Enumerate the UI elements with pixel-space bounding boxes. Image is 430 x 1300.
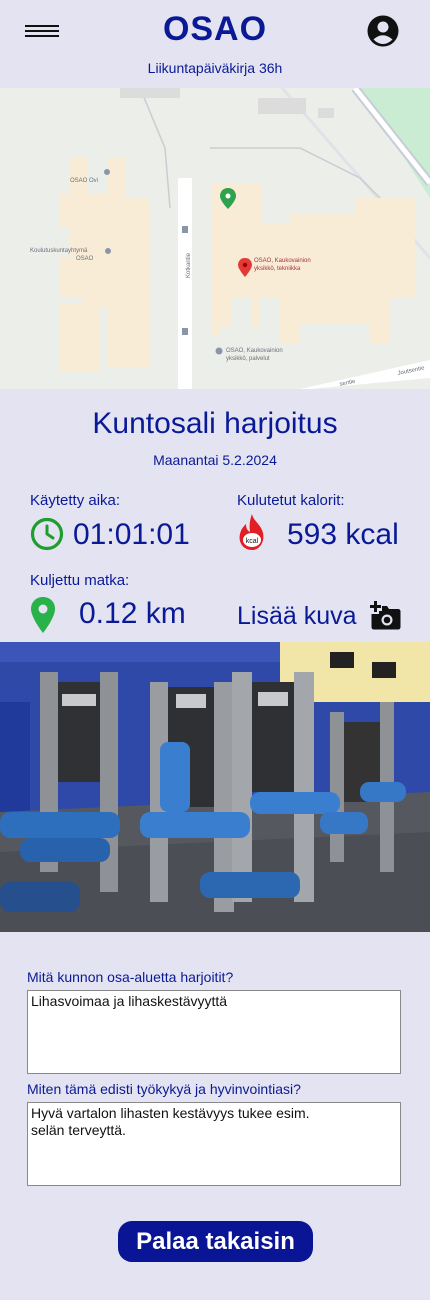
distance-label: Kuljettu matka:	[30, 572, 130, 589]
workout-title: Kuntosali harjoitus	[92, 407, 338, 440]
question-2-label: Miten tämä edisti työkykyä ja hyvinvoint…	[27, 1081, 301, 1097]
clock-icon	[30, 517, 64, 551]
map-label-koulutus-1: Koulutuskuntayhtymä	[30, 248, 88, 254]
add-photo-label[interactable]: Lisää kuva	[237, 602, 357, 631]
map-label-kauko-2: yksikkö, tekniikka	[254, 266, 301, 272]
question-2-textarea[interactable]: Hyvä vartalon lihasten kestävyys tukee e…	[27, 1102, 401, 1186]
flame-kcal-icon: kcal	[239, 514, 264, 550]
map-label-palvelut-1: OSAO, Kaukovainion	[226, 348, 283, 354]
question-1-label: Mitä kunnon osa-aluetta harjoitit?	[27, 969, 234, 985]
kcal-icon-text: kcal	[246, 538, 259, 545]
map-label-osao-ovi: OSAO Ovi	[70, 178, 98, 184]
question-1-textarea[interactable]: Lihasvoimaa ja lihaskestävyyttä	[27, 990, 401, 1074]
time-value: 01:01:01	[73, 518, 190, 551]
gym-photo-image	[0, 642, 430, 932]
app-subtitle: Liikuntapäiväkirja 36h	[147, 60, 283, 76]
map-label-kauko-1: OSAO, Kaukovainion	[254, 258, 311, 264]
calories-label: Kulutetut kalorit:	[237, 492, 345, 509]
workout-date: Maanantai 5.2.2024	[153, 452, 277, 468]
account-circle-icon[interactable]	[367, 15, 399, 47]
map-label-palvelut-2: yksikkö, palvelut	[226, 356, 270, 362]
map-label-road: Kotkantie	[186, 252, 192, 278]
workout-map[interactable]: OSAO Ovi Koulutuskuntayhtymä OSAO Kotkan…	[0, 88, 430, 389]
app-header: OSAO Liikuntapäiväkirja 36h	[0, 0, 430, 88]
app-logo: OSAO	[162, 10, 268, 48]
map-canvas: OSAO Ovi Koulutuskuntayhtymä OSAO Kotkan…	[0, 88, 430, 389]
calories-value: 593 kcal	[287, 518, 399, 551]
workout-photo	[0, 642, 430, 932]
time-label: Käytetty aika:	[30, 492, 121, 509]
back-button[interactable]: Palaa takaisin	[118, 1221, 313, 1262]
location-pin-icon	[31, 597, 55, 633]
add-photo-camera-icon[interactable]	[368, 600, 402, 630]
distance-value: 0.12 km	[79, 597, 186, 630]
map-label-koulutus-2: OSAO	[76, 256, 94, 262]
